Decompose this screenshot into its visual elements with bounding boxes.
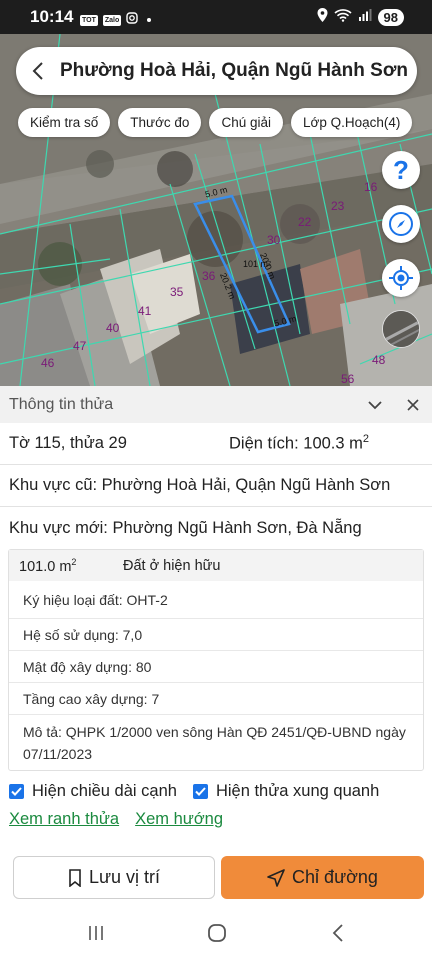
parcel-number[interactable]: 23: [331, 199, 344, 213]
directions-label: Chỉ đường: [292, 867, 378, 887]
parcel-info-panel: Thông tin thửa Tờ 115, thửa 29 Diện tích…: [0, 386, 432, 850]
zone-area-value: 101.0 m: [19, 558, 72, 575]
zone-area: 101.0 m2: [19, 557, 123, 575]
map-tool-chips: Kiểm tra số Thước đo Chú giải Lớp Q.Hoạc…: [18, 108, 413, 137]
checkbox-checked-icon[interactable]: [9, 784, 24, 799]
parcel-number[interactable]: 35: [170, 285, 183, 299]
tot-app-icon: TOT: [80, 14, 98, 26]
new-region-row: Khu vực mới: Phường Ngũ Hành Sơn, Đà Nẵn…: [0, 507, 432, 549]
bookmark-icon: [69, 868, 81, 887]
parcel-number[interactable]: 46: [41, 356, 54, 370]
notification-dot-icon: [147, 18, 152, 22]
show-neighbor-parcels-label: Hiện thửa xung quanh: [215, 782, 380, 800]
zone-density: Mật độ xây dựng: 80: [9, 651, 423, 683]
parcel-number[interactable]: 30: [267, 233, 280, 247]
my-location-button[interactable]: [382, 259, 420, 297]
checkbox-checked-icon[interactable]: [192, 784, 208, 799]
chip-check-number[interactable]: Kiểm tra số: [18, 108, 111, 137]
chip-ruler[interactable]: Thước đo: [118, 108, 202, 137]
compass-icon: [389, 212, 413, 236]
status-app-icons: TOT Zalo: [80, 11, 152, 29]
sheet-parcel-number: Tờ 115, thửa 29: [9, 434, 127, 452]
view-direction-link[interactable]: Xem hướng: [135, 810, 223, 829]
zone-land-type: Đất ở hiện hữu: [123, 557, 221, 574]
close-button[interactable]: [402, 394, 424, 416]
display-options: Hiện chiều dài cạnh Hiện thửa xung quanh: [0, 782, 432, 801]
recent-apps-button[interactable]: [84, 921, 108, 945]
location-icon: [317, 8, 328, 27]
parcel-number[interactable]: 22: [298, 215, 311, 229]
chevron-down-icon: [368, 401, 382, 410]
parcel-area-label: 101 m²: [243, 259, 272, 269]
collapse-button[interactable]: [364, 394, 386, 416]
new-region: Khu vực mới: Phường Ngũ Hành Sơn, Đà Nẵn…: [9, 518, 362, 537]
zone-header: 101.0 m2 Đất ở hiện hữu: [9, 550, 423, 581]
back-nav-icon: [332, 924, 343, 942]
map-view[interactable]: 5.0 m 20.2 m 20.0 m 5.0 m 101 m² 16 23 2…: [0, 34, 432, 386]
parcel-area-value: Diện tích: 100.3 m: [229, 434, 363, 453]
zone-description: Mô tả: QHPK 1/2000 ven sông Hàn QĐ 2451/…: [9, 715, 423, 770]
parcel-number[interactable]: 56: [341, 372, 354, 386]
location-title: Phường Hoà Hải, Quận Ngũ Hành Sơn: [60, 60, 408, 81]
save-location-label: Lưu vị trí: [88, 867, 161, 887]
android-nav-bar: [0, 905, 432, 960]
home-button[interactable]: [205, 921, 229, 945]
svg-text:?: ?: [393, 157, 409, 183]
close-icon: [407, 399, 419, 411]
view-links: Xem ranh thửa Xem hướng: [0, 810, 432, 829]
home-icon: [208, 924, 226, 942]
zone-density-text: Mật độ xây dựng: 80: [23, 658, 152, 675]
view-boundary-link[interactable]: Xem ranh thửa: [9, 810, 119, 829]
signal-icon: [358, 8, 372, 27]
back-button[interactable]: [18, 47, 58, 95]
send-arrow-icon: [267, 868, 285, 887]
zone-area-sup: 2: [71, 556, 77, 567]
parcel-number[interactable]: 16: [364, 180, 377, 194]
wifi-icon: [333, 8, 352, 27]
panel-header: Thông tin thửa: [0, 386, 432, 423]
status-bar: 10:14 TOT Zalo 98: [0, 0, 432, 34]
parcel-number[interactable]: 36: [202, 269, 215, 283]
show-edge-lengths-checkbox[interactable]: Hiện chiều dài cạnh: [9, 782, 177, 801]
back-nav-button[interactable]: [326, 921, 350, 945]
parcel-number[interactable]: 47: [73, 339, 86, 353]
action-buttons: Lưu vị trí Chỉ đường: [13, 856, 424, 899]
zone-floors-text: Tầng cao xây dựng: 7: [23, 690, 160, 707]
parcel-number[interactable]: 41: [138, 304, 151, 318]
show-edge-lengths-label: Hiện chiều dài cạnh: [32, 782, 177, 800]
zone-usage-ratio: Hệ số sử dụng: 7,0: [9, 619, 423, 651]
old-region: Khu vực cũ: Phường Hoà Hải, Quận Ngũ Hàn…: [9, 476, 391, 494]
chip-planning-layers[interactable]: Lớp Q.Hoạch(4): [290, 108, 413, 137]
map-layer-button[interactable]: [382, 310, 420, 348]
zone-floors: Tầng cao xây dựng: 7: [9, 683, 423, 715]
area-unit-sup: 2: [362, 433, 370, 446]
recent-apps-icon: [89, 926, 103, 940]
panel-title: Thông tin thửa: [9, 395, 114, 413]
question-icon: ?: [393, 157, 409, 183]
crosshair-icon: [389, 266, 413, 290]
zone-symbol: Ký hiệu loại đất: OHT-2: [9, 581, 423, 619]
battery-indicator: 98: [377, 9, 404, 26]
location-title-bar: Phường Hoà Hải, Quận Ngũ Hành Sơn: [16, 47, 417, 95]
parcel-number[interactable]: 48: [372, 353, 385, 367]
chevron-left-icon: [32, 62, 43, 80]
chip-legend[interactable]: Chú giải: [209, 108, 283, 137]
zalo-app-icon: Zalo: [102, 14, 122, 26]
show-neighbor-parcels-checkbox[interactable]: Hiện thửa xung quanh: [192, 782, 380, 801]
parcel-area: Diện tích: 100.3 m2: [229, 433, 369, 454]
zone-description-text: Mô tả: QHPK 1/2000 ven sông Hàn QĐ 2451/…: [23, 724, 406, 762]
parcel-number[interactable]: 40: [106, 321, 119, 335]
instagram-icon: [126, 11, 138, 29]
help-button[interactable]: ?: [382, 151, 420, 189]
parcel-id-row: Tờ 115, thửa 29 Diện tích: 100.3 m2: [0, 423, 432, 465]
compass-button[interactable]: [382, 205, 420, 243]
old-region-row: Khu vực cũ: Phường Hoà Hải, Quận Ngũ Hàn…: [0, 465, 432, 507]
zone-symbol-text: Ký hiệu loại đất: OHT-2: [23, 591, 168, 608]
planning-zone-box: 101.0 m2 Đất ở hiện hữu Ký hiệu loại đất…: [8, 549, 424, 771]
save-location-button[interactable]: Lưu vị trí: [13, 856, 215, 899]
status-time: 10:14: [30, 7, 74, 26]
zone-usage-ratio-text: Hệ số sử dụng: 7,0: [23, 626, 143, 643]
directions-button[interactable]: Chỉ đường: [221, 856, 424, 899]
status-right: 98: [317, 8, 404, 27]
